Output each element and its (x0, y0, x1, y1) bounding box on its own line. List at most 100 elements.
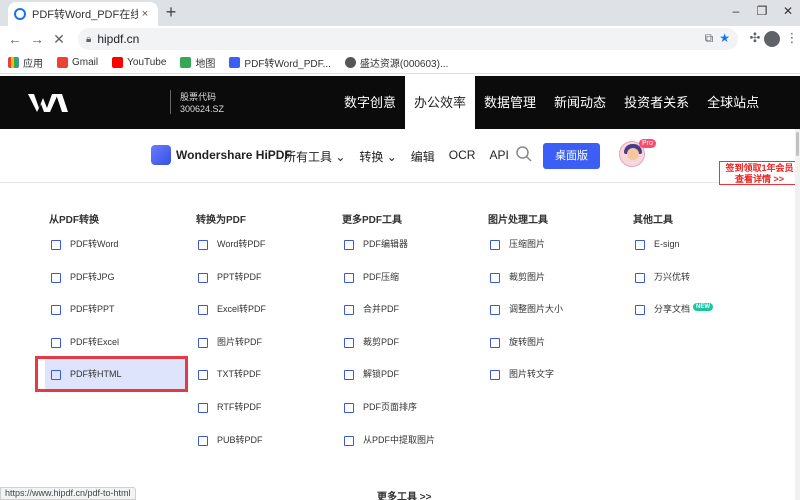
more-menu-icon[interactable]: ⋮ (783, 30, 800, 46)
menu-item-label: 调整图片大小 (509, 304, 564, 315)
nav-ocr[interactable]: OCR (449, 148, 476, 165)
bookmark-apps[interactable]: 应用 (8, 55, 43, 70)
page-scrollbar[interactable] (795, 129, 800, 500)
browser-tab[interactable]: PDF转Word_PDF在线转换_免费 × (8, 2, 158, 26)
menu-item-pdf-to-word[interactable]: PDF转Word (49, 238, 189, 271)
topnav-news[interactable]: 新闻动态 (545, 76, 615, 129)
search-icon[interactable] (515, 145, 533, 163)
column-title: 图片处理工具 (488, 215, 548, 226)
menu-item-label: 裁剪PDF (363, 336, 400, 347)
topnav-data-management[interactable]: 数据管理 (475, 76, 545, 129)
close-tab-icon[interactable]: × (138, 8, 152, 20)
menu-item-rotate-image[interactable]: 旋转图片 (488, 336, 628, 369)
text-icon (490, 370, 500, 381)
menu-item-label: PPT转PDF (217, 271, 262, 282)
address-bar[interactable]: 🔒︎ hipdf.cn ⧉ ★ (78, 28, 738, 50)
signin-promo-banner[interactable]: 签到领取1年会员 查看详情 >> (719, 161, 800, 185)
status-url-bar: https://www.hipdf.cn/pdf-to-html (0, 487, 136, 500)
forward-arrow-icon[interactable]: → (28, 30, 46, 48)
menu-item-rtf-to-pdf[interactable]: RTF转PDF (196, 401, 336, 434)
bookmark-maps[interactable]: 地图 (180, 55, 215, 70)
menu-item-word-to-pdf[interactable]: Word转PDF (196, 238, 336, 271)
menu-item-uniconverter[interactable]: 万兴优转 (633, 271, 773, 304)
topnav-investor-relations[interactable]: 投资者关系 (615, 76, 698, 129)
bookmark-stock[interactable]: 盛达资源(000603)... (344, 55, 448, 70)
menu-item-label: PUB转PDF (217, 434, 263, 445)
image-extract-icon (344, 435, 354, 446)
new-badge: NEW (693, 303, 714, 312)
translate-icon[interactable]: ⧉ (705, 31, 714, 46)
hipdf-logo-icon[interactable] (151, 145, 171, 165)
column-other-tools: 其他工具 E-sign 万兴优转 分享文档 NEW (633, 211, 773, 336)
pub-file-icon (198, 435, 208, 446)
menu-item-reorder-pages[interactable]: PDF页面排序 (342, 401, 482, 434)
menu-item-label: 图片转文字 (509, 369, 555, 380)
new-tab-button[interactable]: + (162, 3, 180, 21)
rtf-file-icon (198, 402, 208, 413)
menu-item-merge-pdf[interactable]: 合并PDF (342, 303, 482, 336)
menu-item-crop-pdf[interactable]: 裁剪PDF (342, 336, 482, 369)
menu-item-ppt-to-pdf[interactable]: PPT转PDF (196, 271, 336, 304)
menu-item-label: PDF转JPG (70, 271, 115, 282)
menu-item-image-to-text[interactable]: 图片转文字 (488, 368, 628, 401)
menu-item-image-to-pdf[interactable]: 图片转PDF (196, 336, 336, 369)
desktop-version-button[interactable]: 桌面版 (543, 143, 600, 169)
menu-item-compress-image[interactable]: 压缩图片 (488, 238, 628, 271)
topnav-digital-creativity[interactable]: 数字创意 (335, 76, 405, 129)
menu-item-resize-image[interactable]: 调整图片大小 (488, 303, 628, 336)
bookmark-star-icon[interactable]: ★ (719, 31, 730, 46)
image-file-icon (198, 337, 208, 348)
menu-item-label: PDF转PPT (70, 304, 115, 315)
hipdf-favicon-icon (14, 8, 26, 20)
menu-item-unlock-pdf[interactable]: 解锁PDF (342, 368, 482, 401)
nav-convert[interactable]: 转换 ⌄ (359, 148, 396, 165)
bookmark-youtube[interactable]: YouTube (112, 57, 166, 68)
bookmark-gmail[interactable]: Gmail (57, 57, 98, 68)
scrollbar-thumb[interactable] (796, 132, 799, 156)
nav-all-tools[interactable]: 所有工具 ⌄ (284, 148, 345, 165)
stop-loading-icon[interactable]: ✕ (50, 30, 68, 48)
nav-edit[interactable]: 编辑 (411, 148, 435, 165)
topnav-office-productivity[interactable]: 办公效率 (405, 76, 476, 129)
ppt-file-icon (51, 305, 61, 316)
menu-item-label: Excel转PDF (217, 304, 267, 315)
excel-file-icon (51, 337, 61, 348)
menu-item-esign[interactable]: E-sign (633, 238, 773, 271)
column-image-tools: 图片处理工具 压缩图片 裁剪图片 调整图片大小 旋转图片 图片转文字 (488, 211, 628, 401)
more-tools-link[interactable]: 更多工具 >> (377, 488, 431, 500)
menu-item-label: 解锁PDF (363, 369, 400, 380)
restore-button[interactable]: ❐ (753, 4, 771, 18)
bookmark-hipdf[interactable]: PDF转Word_PDF... (229, 55, 331, 70)
menu-item-crop-image[interactable]: 裁剪图片 (488, 271, 628, 304)
globe-icon (344, 57, 356, 68)
menu-item-pdf-to-ppt[interactable]: PDF转PPT (49, 303, 189, 336)
menu-item-extract-images[interactable]: 从PDF中提取图片 (342, 434, 482, 467)
nav-api[interactable]: API (489, 148, 508, 165)
txt-file-icon (198, 370, 208, 381)
bookmark-label: Gmail (72, 57, 99, 68)
menu-item-pdf-compress[interactable]: PDF压缩 (342, 271, 482, 304)
menu-item-label: RTF转PDF (217, 401, 262, 412)
send-icon (635, 305, 645, 316)
menu-item-pdf-to-jpg[interactable]: PDF转JPG (49, 271, 189, 304)
back-arrow-icon[interactable]: ← (6, 30, 24, 48)
hipdf-links: 所有工具 ⌄ 转换 ⌄ 编辑 OCR API (284, 148, 509, 165)
stock-code: 300624.SZ (180, 104, 225, 114)
close-window-button[interactable]: ✕ (779, 4, 797, 18)
signature-icon (635, 240, 645, 250)
menu-item-pub-to-pdf[interactable]: PUB转PDF (196, 434, 336, 467)
apps-grid-icon (8, 57, 19, 68)
profile-avatar-icon[interactable] (764, 31, 780, 47)
menu-item-pdf-editor[interactable]: PDF编辑器 (342, 238, 482, 271)
wondershare-logo-icon[interactable] (28, 90, 68, 114)
menu-item-txt-to-pdf[interactable]: TXT转PDF (196, 368, 336, 401)
topnav-global-sites[interactable]: 全球站点 (698, 76, 768, 129)
hipdf-brand[interactable]: Wondershare HiPDF (176, 148, 292, 162)
menu-item-excel-to-pdf[interactable]: Excel转PDF (196, 303, 336, 336)
resize-icon (490, 305, 500, 316)
crop-icon (344, 337, 354, 348)
extensions-puzzle-icon[interactable]: ✣ (746, 30, 764, 46)
menu-item-share-document[interactable]: 分享文档 NEW (633, 303, 773, 336)
minimize-button[interactable]: – (727, 4, 745, 18)
url-text: hipdf.cn (97, 32, 140, 46)
